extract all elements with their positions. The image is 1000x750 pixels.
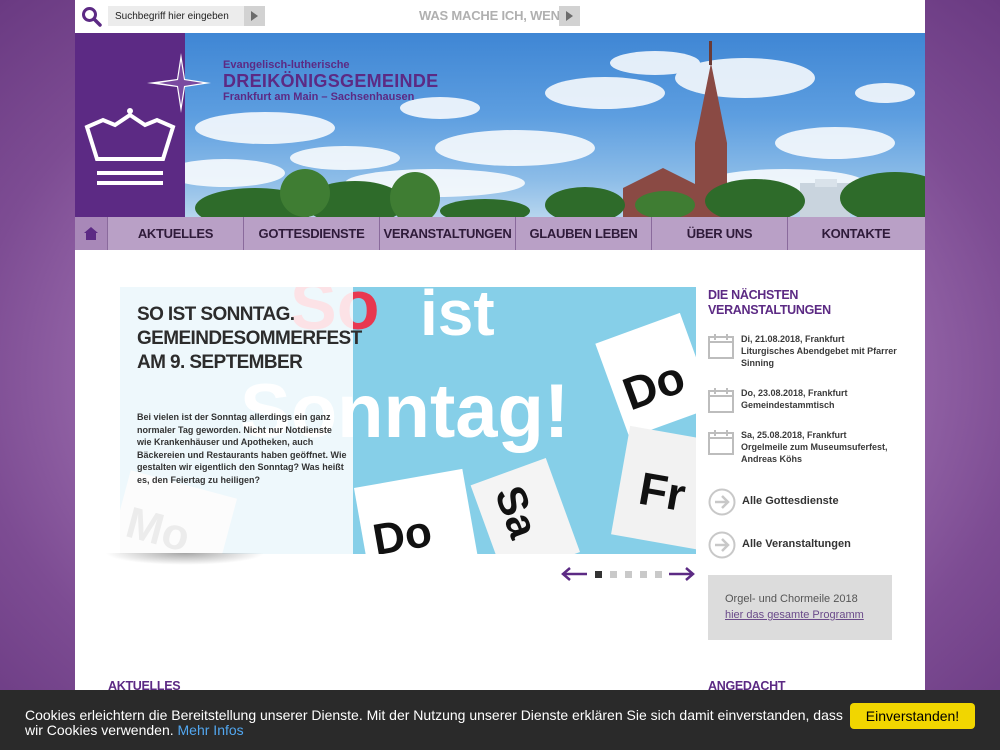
slide-caption-panel: SO IST SONNTAG. GEMEINDESOMMERFEST AM 9.…	[120, 287, 362, 554]
calendar-icon	[708, 334, 734, 359]
infobox-link[interactable]: hier das gesamte Programm	[725, 607, 892, 623]
play-arrow-icon	[251, 11, 258, 21]
nav-item-veranstaltungen[interactable]: VERANSTALTUNGEN	[380, 217, 516, 250]
nav-item-ueber-uns[interactable]: ÜBER UNS	[652, 217, 788, 250]
calendar-icon	[708, 430, 734, 455]
slider-dot[interactable]	[625, 571, 632, 578]
cookie-text-wrap: Cookies erleichtern die Bereitstellung u…	[25, 708, 845, 738]
slide-description: Bei vielen ist der Sonntag allerdings ei…	[137, 412, 347, 485]
slide-bg-word-ist: ist	[420, 287, 495, 349]
star-logo-icon	[147, 53, 211, 113]
link-alle-gottesdienste[interactable]: Alle Gottesdienste	[708, 488, 898, 516]
header-banner: Evangelisch-lutherische DREIKÖNIGSGEMEIN…	[75, 33, 925, 217]
slide-title-line: SO IST SONNTAG.	[137, 304, 295, 325]
events-heading: DIE NÄCHSTEN VERANSTALTUNGEN	[708, 288, 831, 317]
arrow-right-icon[interactable]	[668, 566, 696, 582]
slide-shadow	[105, 553, 265, 565]
slide-title-line: AM 9. SEPTEMBER	[137, 352, 303, 373]
cookie-text: Cookies erleichtern die Bereitstellung u…	[25, 707, 843, 738]
play-arrow-icon	[566, 11, 573, 21]
search-icon[interactable]	[81, 6, 103, 28]
event-text: Sa, 25.08.2018, Frankfurt Orgelmeile zum…	[741, 429, 901, 465]
nav-item-gottesdienste[interactable]: GOTTESDIENSTE	[244, 217, 380, 250]
link-alle-veranstaltungen[interactable]: Alle Veranstaltungen	[708, 531, 898, 559]
search-submit-button[interactable]	[244, 6, 265, 26]
link-label: Alle Veranstaltungen	[742, 538, 851, 550]
event-item[interactable]: Di, 21.08.2018, Frankfurt Liturgisches A…	[708, 333, 898, 373]
slider-pagination	[560, 566, 700, 582]
was-mache-ich-button[interactable]	[559, 6, 580, 26]
nav-item-glauben-leben[interactable]: GLAUBEN LEBEN	[516, 217, 652, 250]
logo-subtitle: Evangelisch-lutherische	[223, 59, 350, 71]
event-date: Di, 21.08.2018, Frankfurt	[741, 334, 845, 344]
event-date: Sa, 25.08.2018, Frankfurt	[741, 430, 847, 440]
slider-dot[interactable]	[655, 571, 662, 578]
hero-slider[interactable]: So ist Sonntag! Do Fr Do Sa Mo	[120, 287, 696, 554]
event-item[interactable]: Sa, 25.08.2018, Frankfurt Orgelmeile zum…	[708, 429, 898, 469]
nav-home-button[interactable]	[75, 217, 108, 250]
calendar-icon	[708, 388, 734, 413]
event-title: Liturgisches Abendgebet mit Pfarrer Sinn…	[741, 346, 897, 368]
infobox-title: Orgel- und Chormeile 2018	[725, 593, 858, 605]
top-bar: WAS MACHE ICH, WENN...	[75, 0, 925, 33]
slider-dot[interactable]	[610, 571, 617, 578]
logo-title: DREIKÖNIGSGEMEINDE	[223, 71, 439, 91]
event-date: Do, 23.08.2018, Frankfurt	[741, 388, 848, 398]
link-label: Alle Gottesdienste	[742, 495, 839, 507]
event-text: Di, 21.08.2018, Frankfurt Liturgisches A…	[741, 333, 901, 369]
slide-title-line: GEMEINDESOMMERFEST	[137, 328, 362, 349]
cookie-banner: Cookies erleichtern die Bereitstellung u…	[0, 690, 1000, 750]
event-title: Orgelmeile zum Museumsuferfest, Andreas …	[741, 442, 888, 464]
arrow-left-icon[interactable]	[560, 566, 588, 582]
slider-dot[interactable]	[640, 571, 647, 578]
cookie-more-info-link[interactable]: Mehr Infos	[178, 722, 244, 738]
event-text: Do, 23.08.2018, Frankfurt Gemeindestammt…	[741, 387, 901, 411]
infobox-orgelmeile: Orgel- und Chormeile 2018 hier das gesam…	[708, 575, 892, 640]
event-title: Gemeindestammtisch	[741, 400, 835, 410]
home-icon	[84, 227, 98, 240]
nav-item-kontakte[interactable]: KONTAKTE	[788, 217, 924, 250]
circle-arrow-right-icon	[708, 488, 736, 516]
slide-card-fr: Fr	[635, 462, 689, 521]
search-input[interactable]	[108, 6, 244, 26]
was-mache-ich-dropdown[interactable]: WAS MACHE ICH, WENN...	[419, 6, 579, 26]
logo-location: Frankfurt am Main – Sachsenhausen	[223, 91, 415, 103]
main-nav: AKTUELLES GOTTESDIENSTE VERANSTALTUNGEN …	[75, 217, 925, 250]
cookie-accept-button[interactable]: Einverstanden!	[850, 703, 975, 729]
nav-item-aktuelles[interactable]: AKTUELLES	[108, 217, 244, 250]
slider-dot[interactable]	[595, 571, 602, 578]
circle-arrow-right-icon	[708, 531, 736, 559]
page: WAS MACHE ICH, WENN...	[75, 0, 925, 750]
logo-text[interactable]: Evangelisch-lutherische DREIKÖNIGSGEMEIN…	[223, 59, 438, 103]
slide-title[interactable]: SO IST SONNTAG. GEMEINDESOMMERFEST AM 9.…	[137, 303, 362, 375]
event-item[interactable]: Do, 23.08.2018, Frankfurt Gemeindestammt…	[708, 387, 898, 427]
